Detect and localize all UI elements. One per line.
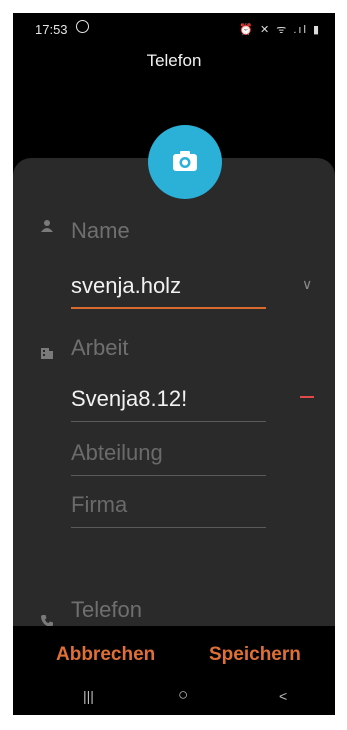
- whatsapp-icon: [76, 20, 89, 33]
- name-field-underline: [71, 307, 266, 309]
- home-button[interactable]: ○: [178, 685, 188, 705]
- department-field-underline: [71, 475, 266, 476]
- person-icon: [41, 220, 53, 232]
- chevron-down-icon[interactable]: ∨: [302, 276, 312, 293]
- remove-field-icon[interactable]: [300, 396, 314, 398]
- status-time: 17:53: [35, 22, 68, 37]
- action-bar: Abbrechen Speichern: [13, 626, 335, 684]
- name-field-value: svenja.holz: [71, 273, 182, 298]
- status-icons: ⏰ ✕ ᯤ .ıl ▮: [239, 24, 321, 36]
- add-photo-button[interactable]: [148, 125, 222, 199]
- job-title-field-underline: [71, 421, 266, 422]
- recent-apps-button[interactable]: |||: [83, 688, 94, 704]
- camera-icon: [173, 151, 197, 171]
- department-field-placeholder: Abteilung: [71, 440, 163, 465]
- system-nav-bar: ||| ○ <: [13, 684, 335, 715]
- phone-label: Telefon: [71, 597, 142, 622]
- cancel-button[interactable]: Abbrechen: [56, 644, 155, 666]
- save-button[interactable]: Speichern: [209, 644, 301, 666]
- page-title: Telefon: [146, 51, 202, 70]
- department-field[interactable]: Abteilung: [71, 440, 266, 476]
- back-button[interactable]: <: [279, 688, 287, 704]
- company-field-underline: [71, 527, 266, 528]
- phone-screen: 17:53 ⏰ ✕ ᯤ .ıl ▮ Telefon Name svenja.ho…: [13, 13, 335, 715]
- status-bar: 17:53 ⏰ ✕ ᯤ .ıl ▮: [13, 13, 335, 47]
- work-label: Arbeit: [71, 335, 129, 360]
- name-label: Name: [71, 218, 130, 243]
- building-icon: [41, 348, 53, 359]
- company-field-placeholder: Firma: [71, 492, 128, 517]
- company-field[interactable]: Firma: [71, 492, 266, 528]
- name-field[interactable]: svenja.holz: [71, 273, 266, 309]
- job-title-field-value: Svenja8.12!: [71, 386, 188, 411]
- job-title-field[interactable]: Svenja8.12!: [71, 386, 266, 422]
